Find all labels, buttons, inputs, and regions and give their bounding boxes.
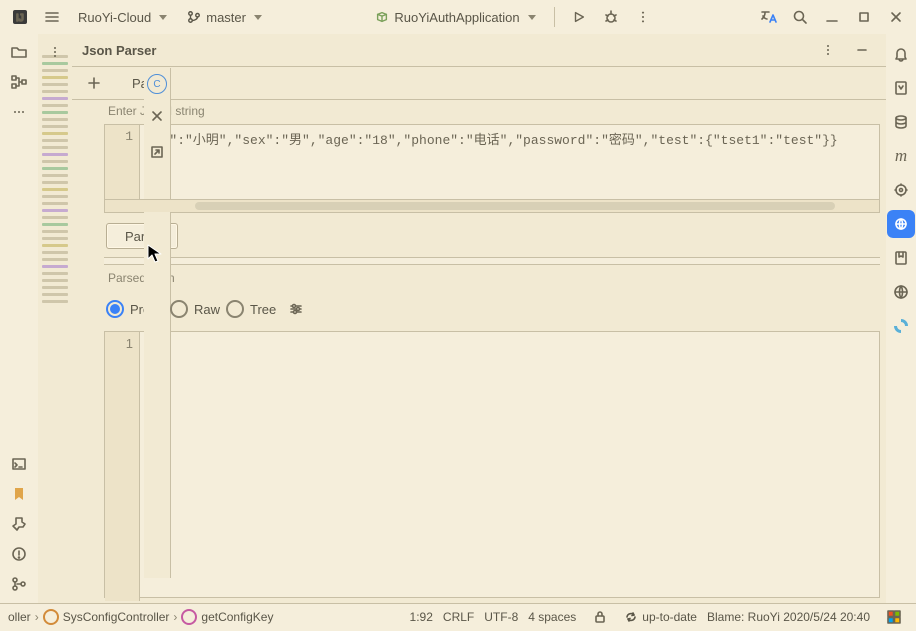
output-section-label: Parsed Json [104, 269, 880, 287]
plugin-tool-icon[interactable] [887, 176, 915, 204]
web-tool-icon[interactable] [887, 278, 915, 306]
json-input-code[interactable]: ame":"小明","sex":"男","age":"18","phone":"… [140, 125, 879, 199]
input-h-scrollbar[interactable] [105, 199, 879, 212]
indent-setting[interactable]: 4 spaces [528, 610, 576, 624]
cursor-icon [147, 244, 163, 264]
module-icon [375, 10, 389, 24]
problems-tool-icon[interactable] [5, 540, 33, 568]
breadcrumb[interactable]: oller› SysConfigController› getConfigKey [8, 609, 273, 625]
input-gutter: 1 [105, 125, 140, 199]
main-toolbar: IJ RuoYi-Cloud master RuoYiAuthApplicati… [0, 0, 916, 35]
minimap-options-icon[interactable] [41, 38, 69, 66]
tool-window-hide-icon[interactable] [848, 36, 876, 64]
tool-window-tabs: Parser [72, 67, 886, 100]
search-icon[interactable] [786, 3, 814, 31]
radio-raw[interactable] [170, 300, 188, 318]
json-output-code [140, 332, 879, 604]
splitter[interactable] [104, 257, 880, 265]
navigate-icon[interactable] [143, 138, 171, 166]
project-selector[interactable]: RuoYi-Cloud [70, 4, 175, 30]
run-button[interactable] [565, 3, 593, 31]
vcs-tool-icon[interactable] [5, 570, 33, 598]
app-icon[interactable]: IJ [6, 3, 34, 31]
windows-logo-icon[interactable] [880, 603, 908, 631]
radio-raw-label: Raw [194, 302, 220, 317]
notifications-icon[interactable] [887, 40, 915, 68]
output-gutter: 1 [105, 332, 140, 601]
tool-window-header: Json Parser [72, 34, 886, 67]
tool-window: Json Parser Parser C Enter JSON string 1… [72, 34, 886, 604]
tool-window-title: Json Parser [82, 43, 156, 58]
terminal-tool-icon[interactable] [5, 450, 33, 478]
line-separator[interactable]: CRLF [443, 610, 474, 624]
minimize-window-icon[interactable] [818, 3, 846, 31]
more-tool-icon[interactable] [5, 98, 33, 126]
sync-icon [624, 610, 638, 624]
left-tool-strip [0, 34, 39, 604]
caret-position[interactable]: 1:92 [410, 610, 433, 624]
status-bar: oller› SysConfigController› getConfigKey… [0, 603, 916, 630]
add-tab-icon[interactable] [80, 69, 108, 97]
main-menu-icon[interactable] [38, 3, 66, 31]
json-input-editor[interactable]: 1 ame":"小明","sex":"男","age":"18","phone"… [104, 124, 880, 213]
structure-tool-icon[interactable] [5, 68, 33, 96]
maximize-window-icon[interactable] [850, 3, 878, 31]
file-encoding[interactable]: UTF-8 [484, 610, 518, 624]
favorites-tool-icon[interactable] [887, 244, 915, 272]
branch-name: master [206, 10, 246, 25]
ai-assistant-icon[interactable] [887, 74, 915, 102]
run-config-selector[interactable]: RuoYiAuthApplication [367, 4, 543, 30]
translate-icon[interactable] [754, 3, 782, 31]
tool-window-options-icon[interactable] [814, 36, 842, 64]
radio-tree[interactable] [226, 300, 244, 318]
radio-tree-label: Tree [250, 302, 276, 317]
project-tool-icon[interactable] [5, 38, 33, 66]
class-chip-icon [43, 609, 59, 625]
git-branch-selector[interactable]: master [179, 4, 270, 30]
services-tool-icon[interactable] [887, 312, 915, 340]
debug-button[interactable] [597, 3, 625, 31]
database-tool-icon[interactable] [887, 108, 915, 136]
branch-icon [187, 10, 201, 24]
bookmark-tool-icon[interactable] [5, 480, 33, 508]
right-tool-strip: m [885, 34, 916, 604]
close-icon[interactable] [143, 102, 171, 130]
method-chip-icon [181, 609, 197, 625]
run-config-name: RuoYiAuthApplication [394, 10, 519, 25]
radio-pretty[interactable] [106, 300, 124, 318]
more-actions-icon[interactable] [629, 3, 657, 31]
maven-tool-icon[interactable]: m [887, 142, 915, 170]
vcs-status[interactable]: up-to-date [624, 610, 697, 624]
view-mode-group: Pretty Raw Tree [104, 291, 880, 327]
close-window-icon[interactable] [882, 3, 910, 31]
build-tool-icon[interactable] [5, 510, 33, 538]
git-blame[interactable]: Blame: RuoYi 2020/5/24 20:40 [707, 610, 870, 624]
json-parser-tool-icon[interactable] [887, 210, 915, 238]
project-name: RuoYi-Cloud [78, 10, 151, 25]
editor-minimap [38, 34, 73, 604]
json-output-editor[interactable]: 1 [104, 331, 880, 598]
class-icon: C [147, 74, 167, 94]
scrollbar-thumb[interactable] [195, 202, 835, 210]
tool-inner-gutter: C [144, 68, 171, 578]
input-section-label: Enter JSON string [104, 102, 880, 120]
svg-text:IJ: IJ [16, 13, 24, 24]
readonly-toggle-icon[interactable] [586, 603, 614, 631]
view-settings-icon[interactable] [282, 295, 310, 323]
